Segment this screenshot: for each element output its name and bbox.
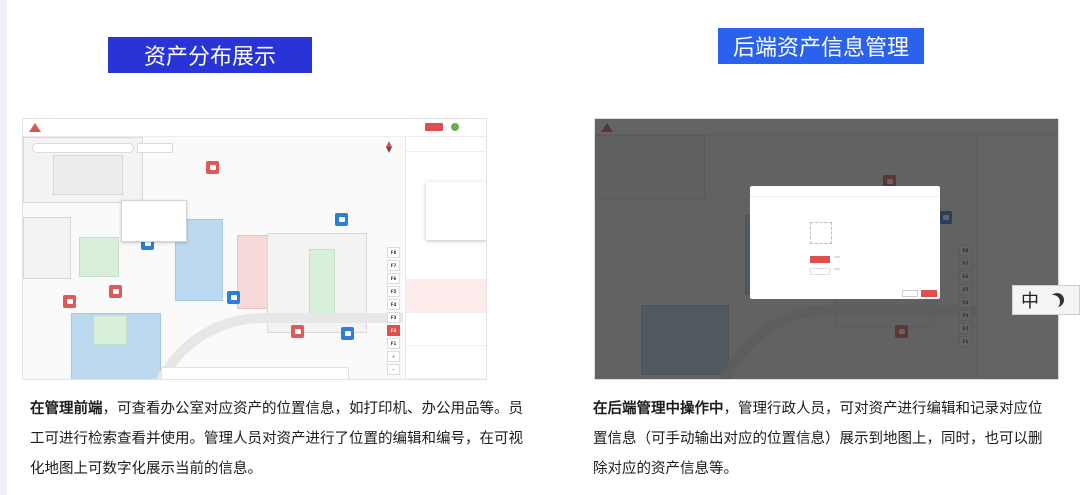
floor-button-active[interactable]: F2	[387, 325, 400, 336]
left-caption: 在管理前端，可查看办公室对应资产的位置信息，如打印机、办公用品等。员工可进行检索…	[30, 394, 530, 484]
floor-button[interactable]: F4	[387, 299, 400, 310]
cancel-button[interactable]	[902, 290, 918, 297]
compass-icon	[386, 141, 392, 153]
left-caption-text: ，可查看办公室对应资产的位置信息，如打印机、办公用品等。员工可进行检索查看并使用…	[30, 401, 523, 477]
floor-button[interactable]: F7	[387, 260, 400, 271]
list-item[interactable]	[406, 280, 486, 313]
map-room-green	[309, 249, 335, 315]
app-header	[23, 119, 486, 137]
ime-toolbar[interactable]: 中	[1012, 285, 1080, 315]
list-item[interactable]	[406, 247, 486, 280]
ime-language-toggle[interactable]: 中	[1021, 287, 1039, 313]
app-logo-icon	[29, 123, 41, 132]
printer-icon[interactable]	[341, 327, 354, 340]
right-caption: 在后端管理中操作中，管理行政人员，可对资产进行编辑和记录对应位置信息（可手动输出…	[593, 394, 1053, 484]
floor-button[interactable]: F6	[387, 273, 400, 284]
moon-icon[interactable]	[1046, 295, 1060, 309]
map-room-green	[93, 315, 127, 345]
color-swatch[interactable]	[810, 256, 830, 263]
slide-left-edge	[0, 0, 7, 495]
printer-icon[interactable]	[335, 213, 348, 226]
asset-status-bar	[161, 367, 349, 379]
edit-asset-modal	[750, 186, 940, 299]
category-filter[interactable]	[137, 143, 173, 153]
avatar[interactable]	[451, 123, 459, 131]
printer-icon[interactable]	[109, 285, 122, 298]
printer-icon[interactable]	[291, 325, 304, 338]
side-panel-tabs	[406, 142, 486, 152]
floor-button[interactable]: F8	[387, 247, 400, 258]
color-hex-input[interactable]	[834, 256, 840, 258]
left-caption-bold: 在管理前端	[30, 401, 103, 417]
right-caption-bold: 在后端管理中操作中	[593, 401, 724, 417]
backend-edit-screenshot: F8 F7 F6 F5 F4 F3 F2 F1	[594, 118, 1059, 380]
floor-map[interactable]	[23, 137, 403, 379]
modal-title	[750, 186, 940, 197]
left-section-heading: 资产分布展示	[108, 37, 312, 73]
printer-icon[interactable]	[206, 161, 219, 174]
list-item[interactable]	[406, 313, 486, 346]
list-item[interactable]	[406, 346, 486, 379]
frontend-map-screenshot: F8 F7 F6 F5 F4 F3 F2 F1 + −	[22, 118, 487, 380]
map-room	[53, 155, 123, 195]
asset-side-panel	[405, 137, 486, 379]
floor-button[interactable]: F1	[387, 338, 400, 349]
map-room	[23, 217, 71, 279]
zoom-in-button[interactable]: +	[387, 351, 400, 362]
asset-list	[406, 247, 486, 379]
printer-icon[interactable]	[63, 295, 76, 308]
floor-button[interactable]: F3	[387, 312, 400, 323]
search-input[interactable]	[32, 143, 134, 153]
category-dropdown	[426, 182, 486, 240]
color-swatch[interactable]	[810, 268, 830, 275]
plus-icon[interactable]	[810, 222, 832, 244]
header-action-button[interactable]	[425, 123, 443, 131]
color-hex-input[interactable]	[834, 268, 840, 270]
map-room-green	[79, 237, 119, 277]
floor-button[interactable]: F5	[387, 286, 400, 297]
asset-popup	[121, 200, 187, 242]
zoom-out-button[interactable]: −	[387, 364, 400, 375]
right-section-heading: 后端资产信息管理	[718, 28, 924, 64]
printer-icon[interactable]	[227, 291, 240, 304]
floor-switcher: F8 F7 F6 F5 F4 F3 F2 F1 + −	[387, 247, 401, 377]
confirm-button[interactable]	[921, 290, 937, 297]
